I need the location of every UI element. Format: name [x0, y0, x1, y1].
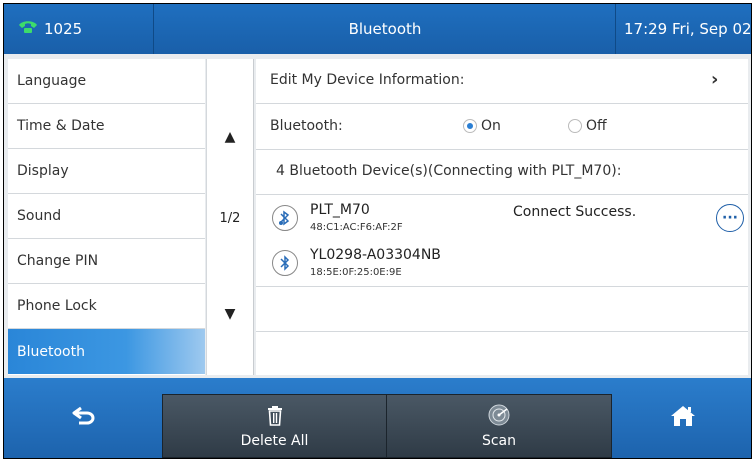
ellipsis-icon: ··· [722, 210, 738, 226]
phone-handset-icon [18, 20, 38, 38]
device-count-row: 4 Bluetooth Device(s)(Connecting with PL… [256, 150, 748, 195]
home-icon [670, 405, 696, 431]
home-button[interactable] [614, 378, 751, 458]
bluetooth-settings-panel: Edit My Device Information: › Bluetooth:… [256, 59, 748, 375]
chevron-right-icon: › [711, 69, 719, 90]
line-number: 1025 [44, 20, 83, 38]
delete-all-label: Delete All [240, 433, 309, 449]
device-count-label: 4 Bluetooth Device(s)(Connecting with PL… [276, 163, 622, 179]
bluetooth-label: Bluetooth: [270, 118, 343, 134]
status-bar: 1025 Bluetooth 17:29 Fri, Sep 02 [4, 4, 751, 54]
page-up-button[interactable]: ▲ [207, 129, 253, 145]
back-button[interactable] [4, 378, 164, 458]
off-label: Off [586, 118, 607, 134]
radio-selected-icon [463, 119, 477, 133]
edit-device-info-label: Edit My Device Information: [270, 72, 465, 88]
edit-device-info-row[interactable]: Edit My Device Information: › [256, 59, 748, 104]
page-down-button[interactable]: ▼ [207, 306, 253, 322]
page-title: Bluetooth [155, 4, 616, 54]
softkey-bar: Delete All Scan [4, 378, 751, 458]
triangle-down-icon: ▼ [224, 306, 236, 322]
menu-item-bluetooth[interactable]: Bluetooth [8, 329, 205, 374]
settings-menu: Language Time & Date Display Sound Chang… [8, 59, 205, 375]
scan-label: Scan [481, 433, 517, 449]
radio-unselected-icon [568, 119, 582, 133]
bluetooth-icon [272, 250, 298, 276]
bluetooth-off-radio[interactable]: Off [568, 118, 607, 134]
triangle-up-icon: ▲ [224, 129, 236, 145]
menu-pager: ▲ 1/2 ▼ [206, 59, 254, 375]
radar-icon [488, 404, 510, 430]
menu-item-display[interactable]: Display [8, 149, 205, 194]
divider [256, 286, 748, 287]
device-name: PLT_M70 [310, 202, 370, 218]
scan-button[interactable]: Scan [387, 394, 612, 458]
page-indicator: 1/2 [219, 211, 241, 226]
menu-item-change-pin[interactable]: Change PIN [8, 239, 205, 284]
bluetooth-headset-icon [272, 205, 298, 231]
device-row[interactable]: YL0298-A03304NB 18:5E:0F:25:0E:9E [256, 241, 748, 286]
clock: 17:29 Fri, Sep 02 [624, 20, 752, 38]
bluetooth-toggle-row: Bluetooth: On Off [256, 104, 748, 150]
device-mac: 18:5E:0F:25:0E:9E [310, 267, 402, 278]
menu-item-phone-lock[interactable]: Phone Lock [8, 284, 205, 329]
phone-screen: 1025 Bluetooth 17:29 Fri, Sep 02 Languag… [3, 3, 752, 459]
bluetooth-on-radio[interactable]: On [463, 118, 501, 134]
divider [256, 331, 748, 332]
back-arrow-icon [72, 406, 96, 430]
menu-item-language[interactable]: Language [8, 59, 205, 104]
delete-all-button[interactable]: Delete All [162, 394, 387, 458]
device-mac: 48:C1:AC:F6:AF:2F [310, 222, 403, 233]
line-status: 1025 [4, 4, 154, 54]
device-status: Connect Success. [513, 204, 637, 220]
device-row[interactable]: PLT_M70 48:C1:AC:F6:AF:2F Connect Succes… [256, 196, 748, 241]
menu-item-sound[interactable]: Sound [8, 194, 205, 239]
more-options-button[interactable]: ··· [716, 204, 744, 232]
device-name: YL0298-A03304NB [310, 247, 441, 263]
menu-item-time-date[interactable]: Time & Date [8, 104, 205, 149]
trash-icon [267, 406, 283, 430]
on-label: On [481, 118, 501, 134]
